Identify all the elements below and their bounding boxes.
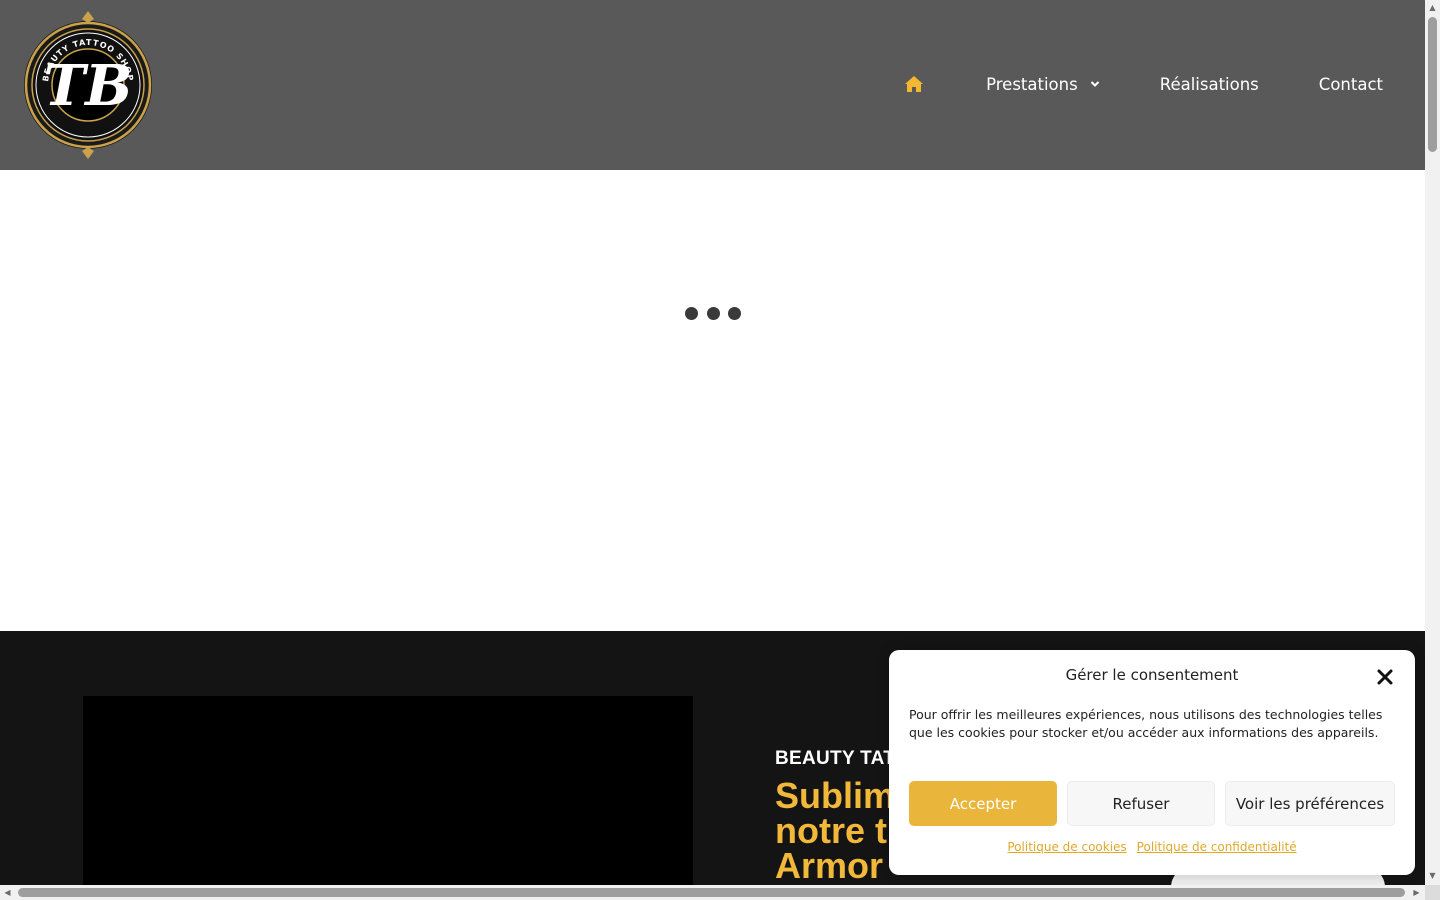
video-player[interactable] xyxy=(83,696,693,885)
nav-prestations-label: Prestations xyxy=(986,74,1078,94)
scroll-right-arrow-icon[interactable]: ▶ xyxy=(1411,887,1422,898)
loading-dot xyxy=(706,307,720,320)
consent-text: Pour offrir les meilleures expériences, … xyxy=(909,707,1383,740)
intro-headline: Sublim notre t Armor xyxy=(775,775,896,885)
cookie-policy-link[interactable]: Politique de cookies xyxy=(1007,840,1126,854)
horizontal-scrollbar[interactable]: ◀ ▶ xyxy=(0,885,1425,900)
close-icon[interactable] xyxy=(1375,667,1395,687)
nav-realisations[interactable]: Réalisations xyxy=(1160,75,1259,94)
view-preferences-button[interactable]: Voir les préférences xyxy=(1225,781,1395,826)
intro-kicker: BEAUTY TAT xyxy=(775,748,896,769)
loading-indicator xyxy=(685,307,741,321)
home-icon xyxy=(905,76,924,92)
nav-contact-label: Contact xyxy=(1318,74,1383,94)
scroll-down-arrow-icon[interactable]: ▼ xyxy=(1427,870,1438,881)
consent-title: Gérer le consentement xyxy=(1065,666,1239,684)
loading-dot xyxy=(685,307,698,320)
refuse-button[interactable]: Refuser xyxy=(1067,781,1215,826)
scrollbar-corner xyxy=(1425,885,1440,900)
vertical-scroll-thumb[interactable] xyxy=(1428,17,1437,152)
main-nav: Prestations Réalisations Contact xyxy=(904,60,1383,108)
consent-links: Politique de cookies Politique de confid… xyxy=(889,840,1415,854)
nav-home-link[interactable] xyxy=(904,73,926,95)
privacy-policy-link[interactable]: Politique de confidentialité xyxy=(1137,840,1297,854)
nav-prestations[interactable]: Prestations xyxy=(986,75,1100,94)
accept-button[interactable]: Accepter xyxy=(909,781,1057,826)
nav-realisations-label: Réalisations xyxy=(1159,74,1259,94)
page: BEAUTY TATTOO SHOP TB Prestations Réalis… xyxy=(0,0,1425,885)
scroll-up-arrow-icon[interactable]: ▲ xyxy=(1427,2,1438,13)
chevron-down-icon xyxy=(1090,81,1099,87)
logo[interactable]: BEAUTY TATTOO SHOP TB xyxy=(22,9,154,161)
cookie-consent-dialog: Gérer le consentement Pour offrir les me… xyxy=(889,650,1415,875)
scroll-left-arrow-icon[interactable]: ◀ xyxy=(2,887,13,898)
nav-contact[interactable]: Contact xyxy=(1319,75,1383,94)
vertical-scrollbar[interactable]: ▲ ▼ xyxy=(1425,0,1440,885)
horizontal-scroll-thumb[interactable] xyxy=(18,888,1405,897)
loading-dot xyxy=(728,307,741,320)
logo-monogram: TB xyxy=(43,53,132,119)
site-header: BEAUTY TATTOO SHOP TB Prestations Réalis… xyxy=(0,0,1425,170)
